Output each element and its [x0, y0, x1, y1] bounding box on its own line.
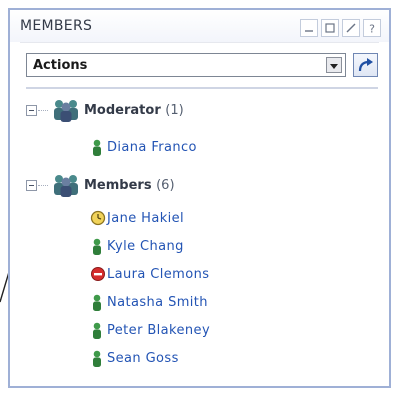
actions-row: Actions: [26, 53, 378, 77]
panel-titlebar: MEMBERS ?: [10, 10, 389, 42]
actions-dropdown-value: Actions: [33, 58, 88, 73]
titlebar-divider: [20, 42, 379, 43]
member-name[interactable]: Kyle Chang: [107, 239, 184, 254]
collapse-toggle[interactable]: [26, 180, 37, 191]
restore-button[interactable]: [321, 19, 339, 37]
pencil-icon: [346, 23, 356, 33]
group-label: Members (6): [84, 178, 175, 193]
online-status-icon: [93, 139, 101, 156]
online-status-icon: [93, 238, 101, 255]
group-people-icon: [54, 100, 78, 122]
online-status-icon: [93, 322, 101, 339]
go-arrow-icon: [358, 58, 373, 72]
member-name[interactable]: Laura Clemons: [107, 267, 209, 282]
group-label: Moderator (1): [84, 103, 184, 118]
member-name[interactable]: Sean Goss: [107, 351, 179, 366]
minimize-button[interactable]: [300, 19, 318, 37]
online-status-icon: [93, 294, 101, 311]
restore-icon: [325, 23, 335, 33]
online-status-icon: [93, 350, 101, 367]
tree-connector: [38, 110, 48, 111]
member-name[interactable]: Peter Blakeney: [107, 323, 210, 338]
actions-dropdown[interactable]: Actions: [26, 53, 346, 77]
tree-connector: [38, 185, 48, 186]
window-buttons: ?: [300, 19, 381, 37]
away-status-icon: [90, 210, 106, 226]
panel-title: MEMBERS: [20, 18, 93, 34]
group-count: (1): [165, 103, 184, 118]
minimize-icon: [305, 30, 313, 32]
members-panel: MEMBERS ? Actions Moderator (1) Diana Fr…: [8, 8, 391, 388]
dropdown-arrow-button[interactable]: [326, 57, 342, 73]
collapse-toggle[interactable]: [26, 105, 37, 116]
go-button[interactable]: [353, 53, 378, 77]
help-icon: ?: [369, 23, 375, 36]
group-count: (6): [156, 178, 175, 193]
svg-text:?: ?: [369, 23, 375, 36]
chevron-down-icon: [330, 64, 338, 69]
edit-button[interactable]: [342, 19, 360, 37]
member-name[interactable]: Jane Hakiel: [107, 211, 184, 226]
do-not-disturb-icon: [91, 267, 105, 281]
member-name[interactable]: Natasha Smith: [107, 295, 208, 310]
help-button[interactable]: ?: [363, 19, 381, 37]
panel-divider: [26, 87, 378, 89]
group-people-icon: [54, 175, 78, 197]
member-name[interactable]: Diana Franco: [107, 140, 197, 155]
